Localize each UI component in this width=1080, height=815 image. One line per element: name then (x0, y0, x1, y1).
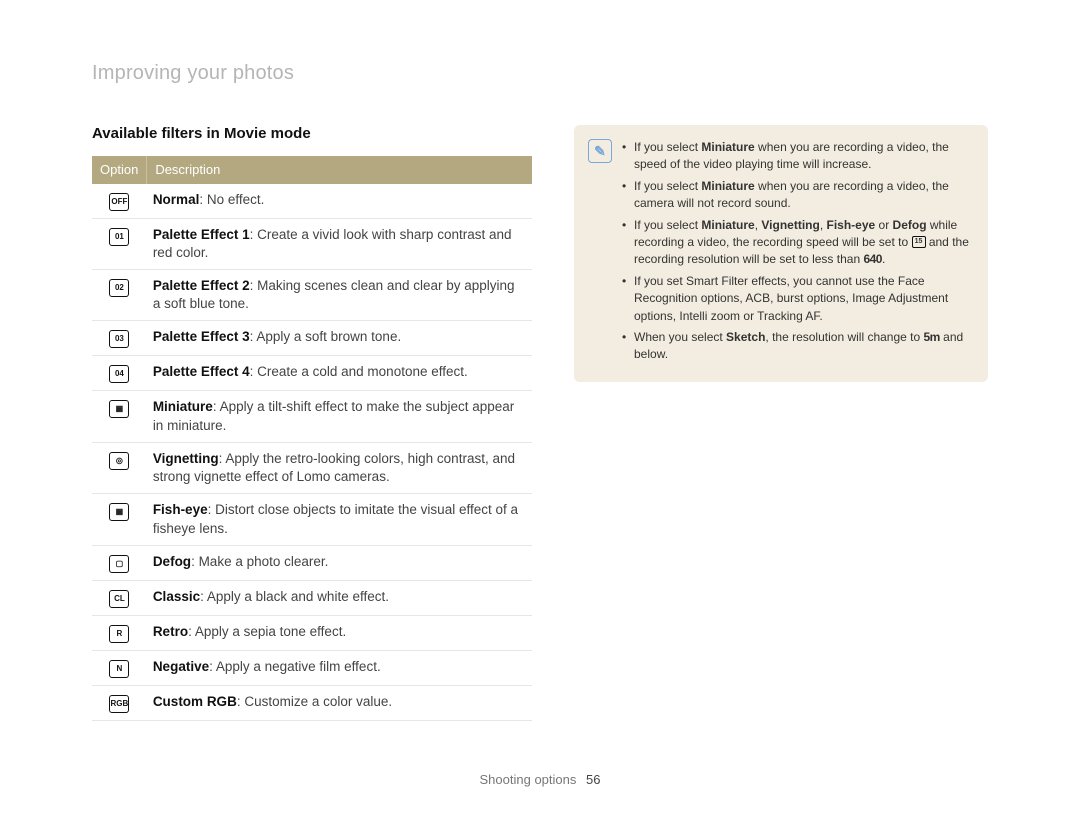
option-description: Retro: Apply a sepia tone effect. (147, 615, 532, 650)
option-description: Normal: No effect. (147, 184, 532, 219)
option-name: Palette Effect 4 (153, 364, 250, 379)
table-row: N Negative: Apply a negative film effect. (92, 650, 532, 685)
option-name: Fish-eye (153, 502, 208, 517)
option-icon-cell: 02 (92, 269, 147, 320)
option-description: Palette Effect 2: Making scenes clean an… (147, 269, 532, 320)
option-icon-cell: 04 (92, 356, 147, 391)
page-footer: Shooting options 56 (0, 772, 1080, 787)
option-name: Palette Effect 2 (153, 278, 250, 293)
vignetting-icon: ◎ (109, 452, 129, 470)
option-icon-cell: ▢ (92, 545, 147, 580)
note-item: If you select Miniature when you are rec… (622, 139, 970, 174)
th-option: Option (92, 156, 147, 184)
table-row: R Retro: Apply a sepia tone effect. (92, 615, 532, 650)
manual-page: Improving your photos Available filters … (0, 0, 1080, 815)
inline-glyph: 640 (863, 251, 882, 268)
option-description: Negative: Apply a negative film effect. (147, 650, 532, 685)
table-row: 01 Palette Effect 1: Create a vivid look … (92, 218, 532, 269)
custom-rgb-icon: RGB (109, 695, 129, 713)
option-icon-cell: CL (92, 580, 147, 615)
option-icon-cell: ▦ (92, 494, 147, 545)
miniature-icon: ▦ (109, 400, 129, 418)
left-column: Available filters in Movie mode Option D… (92, 125, 532, 721)
palette-02-icon: 02 (109, 279, 129, 297)
fps-15-icon: 15 (912, 236, 926, 248)
option-name: Negative (153, 659, 209, 674)
option-name: Miniature (153, 399, 213, 414)
option-description: Classic: Apply a black and white effect. (147, 580, 532, 615)
option-icon-cell: RGB (92, 685, 147, 720)
option-description: Vignetting: Apply the retro-looking colo… (147, 442, 532, 493)
option-icon-cell: R (92, 615, 147, 650)
section-subheading: Available filters in Movie mode (92, 125, 532, 142)
option-name: Normal (153, 192, 200, 207)
palette-04-icon: 04 (109, 365, 129, 383)
note-item: If you select Miniature, Vignetting, Fis… (622, 217, 970, 269)
option-icon-cell: N (92, 650, 147, 685)
option-name: Custom RGB (153, 694, 237, 709)
option-name: Classic (153, 589, 200, 604)
notes-list: If you select Miniature when you are rec… (622, 139, 970, 368)
table-row: 04 Palette Effect 4: Create a cold and mo… (92, 356, 532, 391)
option-name: Vignetting (153, 451, 219, 466)
note-box: ✎ If you select Miniature when you are r… (574, 125, 988, 382)
option-description: Custom RGB: Customize a color value. (147, 685, 532, 720)
option-name: Palette Effect 3 (153, 329, 250, 344)
table-row: RGB Custom RGB: Customize a color value. (92, 685, 532, 720)
option-description: Palette Effect 4: Create a cold and mono… (147, 356, 532, 391)
option-name: Defog (153, 554, 191, 569)
note-item: If you select Miniature when you are rec… (622, 178, 970, 213)
table-row: ◎ Vignetting: Apply the retro-looking col… (92, 442, 532, 493)
option-description: Defog: Make a photo clearer. (147, 545, 532, 580)
option-description: Palette Effect 1: Create a vivid look wi… (147, 218, 532, 269)
negative-icon: N (109, 660, 129, 678)
note-item: If you set Smart Filter effects, you can… (622, 273, 970, 325)
option-name: Retro (153, 624, 188, 639)
option-icon-cell: ▦ (92, 391, 147, 442)
palette-01-icon: 01 (109, 228, 129, 246)
option-icon-cell: 01 (92, 218, 147, 269)
option-description: Miniature: Apply a tilt-shift effect to … (147, 391, 532, 442)
table-row: ▦ Fish-eye: Distort close objects to imit… (92, 494, 532, 545)
option-icon-cell: OFF (92, 184, 147, 219)
footer-page-number: 56 (586, 772, 600, 787)
filters-table: Option Description OFF Normal: No effect.… (92, 156, 532, 721)
table-row: 02 Palette Effect 2: Making scenes clean … (92, 269, 532, 320)
note-item: When you select Sketch, the resolution w… (622, 329, 970, 364)
fisheye-icon: ▦ (109, 503, 129, 521)
option-icon-cell: ◎ (92, 442, 147, 493)
table-row: CL Classic: Apply a black and white effec… (92, 580, 532, 615)
content-columns: Available filters in Movie mode Option D… (92, 125, 988, 721)
defog-icon: ▢ (109, 555, 129, 573)
note-info-icon: ✎ (588, 139, 612, 163)
table-row: ▦ Miniature: Apply a tilt-shift effect to… (92, 391, 532, 442)
option-description: Palette Effect 3: Apply a soft brown ton… (147, 321, 532, 356)
option-icon-cell: 03 (92, 321, 147, 356)
breadcrumb: Improving your photos (92, 62, 988, 85)
retro-icon: R (109, 625, 129, 643)
palette-03-icon: 03 (109, 330, 129, 348)
option-description: Fish-eye: Distort close objects to imita… (147, 494, 532, 545)
th-description: Description (147, 156, 532, 184)
footer-section: Shooting options (480, 772, 577, 787)
table-row: OFF Normal: No effect. (92, 184, 532, 219)
option-name: Palette Effect 1 (153, 227, 250, 242)
classic-icon: CL (109, 590, 129, 608)
table-row: 03 Palette Effect 3: Apply a soft brown t… (92, 321, 532, 356)
table-row: ▢ Defog: Make a photo clearer. (92, 545, 532, 580)
filter-off-icon: OFF (109, 193, 129, 211)
inline-glyph: 5m (924, 329, 940, 346)
